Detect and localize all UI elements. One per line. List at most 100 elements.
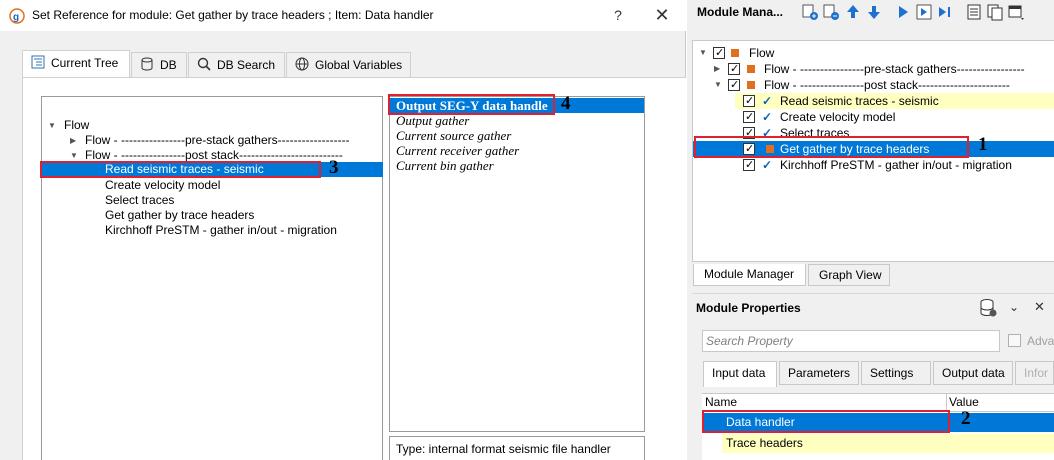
- tab-module-manager[interactable]: Module Manager: [693, 264, 806, 286]
- checkbox[interactable]: [743, 93, 755, 109]
- tab-global-variables[interactable]: Global Variables: [286, 52, 411, 78]
- tree-item-create-velocity[interactable]: Create velocity model: [105, 178, 220, 193]
- module-tree[interactable]: ▼ Flow ▶ Flow - ----------------pre-stac…: [692, 40, 1054, 262]
- list-item[interactable]: Current receiver gather: [396, 143, 519, 158]
- checkmark-icon: ✓: [762, 94, 773, 108]
- column-header-name: Name: [705, 395, 738, 409]
- collapse-arrow-icon[interactable]: ▶: [70, 136, 76, 145]
- database-settings-icon[interactable]: [979, 298, 997, 318]
- checkbox[interactable]: [743, 157, 755, 173]
- dialog-titlebar: g Set Reference for module: Get gather b…: [0, 0, 686, 31]
- annotation-number-3: 3: [329, 157, 339, 178]
- flow-square-icon: [747, 65, 755, 73]
- tab-label: DB Search: [217, 58, 276, 72]
- expand-arrow-icon[interactable]: ▼: [699, 45, 707, 61]
- database-icon: [141, 57, 153, 71]
- tree-item-label: Read seismic traces - seismic: [105, 162, 264, 176]
- close-icon[interactable]: ✕: [1034, 299, 1045, 315]
- module-label: Flow: [749, 46, 775, 60]
- tab-info[interactable]: Infor: [1015, 361, 1054, 385]
- run-icon[interactable]: [894, 3, 912, 21]
- tab-db[interactable]: DB: [131, 52, 187, 78]
- window-menu-icon[interactable]: [1007, 3, 1025, 21]
- module-label: Get gather by trace headers: [780, 142, 930, 156]
- checkbox[interactable]: [743, 125, 755, 141]
- tab-label: Module Manager: [704, 267, 795, 281]
- tree-item-get-gather[interactable]: Get gather by trace headers: [105, 208, 254, 223]
- document-icon[interactable]: [965, 3, 983, 21]
- list-item-selected[interactable]: Output SEG-Y data handle: [390, 98, 644, 113]
- run-step-icon[interactable]: [915, 3, 933, 21]
- tree-item-poststack[interactable]: Flow - ----------------post stack-------…: [85, 148, 343, 163]
- tab-current-tree[interactable]: Current Tree: [22, 50, 130, 78]
- expand-arrow-icon[interactable]: ▼: [714, 77, 722, 93]
- list-item-label: Output SEG-Y data handle: [396, 98, 548, 113]
- checkbox[interactable]: [713, 45, 725, 61]
- checkmark-icon: ✓: [762, 126, 773, 140]
- checkbox[interactable]: [728, 77, 740, 93]
- description-panel: Type: internal format seismic file handl…: [389, 436, 645, 460]
- close-button[interactable]: ✕: [648, 4, 676, 26]
- tab-input-data[interactable]: Input data: [703, 361, 777, 387]
- list-item[interactable]: Current source gather: [396, 128, 511, 143]
- current-tree-view[interactable]: ▼ Flow ▶ Flow - ----------------pre-stac…: [41, 96, 383, 460]
- search-icon: [197, 57, 211, 71]
- description-text: Type: internal format seismic file handl…: [396, 442, 611, 456]
- module-manager-pane: Module Mana... ▼ Flow: [687, 0, 1054, 460]
- properties-table[interactable]: Name Value Data handler Trace headers: [702, 393, 1054, 460]
- tree-item-select-traces[interactable]: Select traces: [105, 193, 174, 208]
- run-to-end-icon[interactable]: [936, 3, 954, 21]
- copy-icon[interactable]: [986, 3, 1004, 21]
- tab-graph-view[interactable]: Graph View: [808, 264, 890, 286]
- tab-label: Current Tree: [51, 56, 119, 70]
- module-row-poststack[interactable]: ▼ Flow - ----------------post stack-----…: [693, 77, 1054, 93]
- move-down-icon[interactable]: [865, 3, 883, 21]
- app-logo-icon: g: [9, 8, 25, 24]
- tree-item-prestack[interactable]: Flow - ----------------pre-stack gathers…: [85, 133, 350, 148]
- list-item[interactable]: Output gather: [396, 113, 469, 128]
- add-module-icon[interactable]: [801, 3, 819, 21]
- tab-output-data[interactable]: Output data: [933, 361, 1013, 385]
- tab-db-search[interactable]: DB Search: [188, 52, 285, 78]
- handle-list-view[interactable]: Output SEG-Y data handle Output gather C…: [389, 96, 645, 432]
- table-row-trace-headers[interactable]: Trace headers: [722, 434, 1054, 453]
- collapse-arrow-icon[interactable]: ▶: [714, 61, 720, 77]
- list-item[interactable]: Current bin gather: [396, 158, 494, 173]
- module-label: Flow - ----------------post stack-------…: [764, 78, 1010, 92]
- tab-label: DB: [160, 58, 177, 72]
- search-property-input[interactable]: Search Property: [702, 330, 1000, 352]
- tab-parameters[interactable]: Parameters: [779, 361, 859, 385]
- module-row-read-seismic[interactable]: ✓ Read seismic traces - seismic: [735, 93, 1054, 109]
- tab-label: Global Variables: [315, 58, 403, 72]
- checkbox[interactable]: [743, 109, 755, 125]
- svg-text:g: g: [13, 12, 19, 23]
- set-reference-dialog: g Set Reference for module: Get gather b…: [0, 0, 686, 460]
- remove-module-icon[interactable]: [822, 3, 840, 21]
- module-row-get-gather-selected[interactable]: Get gather by trace headers: [693, 141, 1054, 157]
- expand-arrow-icon[interactable]: ▼: [48, 121, 56, 130]
- tree-item-kirchhoff[interactable]: Kirchhoff PreSTM - gather in/out - migra…: [105, 223, 337, 238]
- checkmark-icon: ✓: [762, 158, 773, 172]
- table-row-data-handler-selected[interactable]: Data handler: [702, 413, 1054, 432]
- expand-arrow-icon[interactable]: ▼: [70, 151, 78, 160]
- module-row-create-velocity[interactable]: ✓ Create velocity model: [735, 109, 1054, 125]
- checkbox[interactable]: [728, 61, 740, 77]
- module-properties-title: Module Properties: [696, 301, 801, 315]
- module-label: Kirchhoff PreSTM - gather in/out - migra…: [780, 158, 1012, 172]
- checkbox[interactable]: [743, 141, 755, 157]
- tab-settings[interactable]: Settings: [861, 361, 931, 385]
- move-up-icon[interactable]: [844, 3, 862, 21]
- dialog-title: Set Reference for module: Get gather by …: [32, 8, 434, 22]
- module-row-kirchhoff[interactable]: ✓ Kirchhoff PreSTM - gather in/out - mig…: [735, 157, 1054, 173]
- module-row-root[interactable]: ▼ Flow: [693, 45, 1054, 61]
- tree-icon: [31, 55, 45, 69]
- module-row-select-traces[interactable]: ✓ Select traces: [735, 125, 1054, 141]
- chevron-down-icon[interactable]: ⌄: [1009, 300, 1019, 314]
- annotation-number-1: 1: [978, 134, 988, 155]
- advanced-checkbox[interactable]: [1008, 334, 1021, 347]
- help-button[interactable]: ?: [606, 4, 630, 26]
- module-row-prestack[interactable]: ▶ Flow - ----------------pre-stack gathe…: [693, 61, 1054, 77]
- module-label: Create velocity model: [780, 110, 896, 124]
- tab-label: Graph View: [819, 268, 882, 282]
- tree-item-root[interactable]: Flow: [64, 118, 89, 133]
